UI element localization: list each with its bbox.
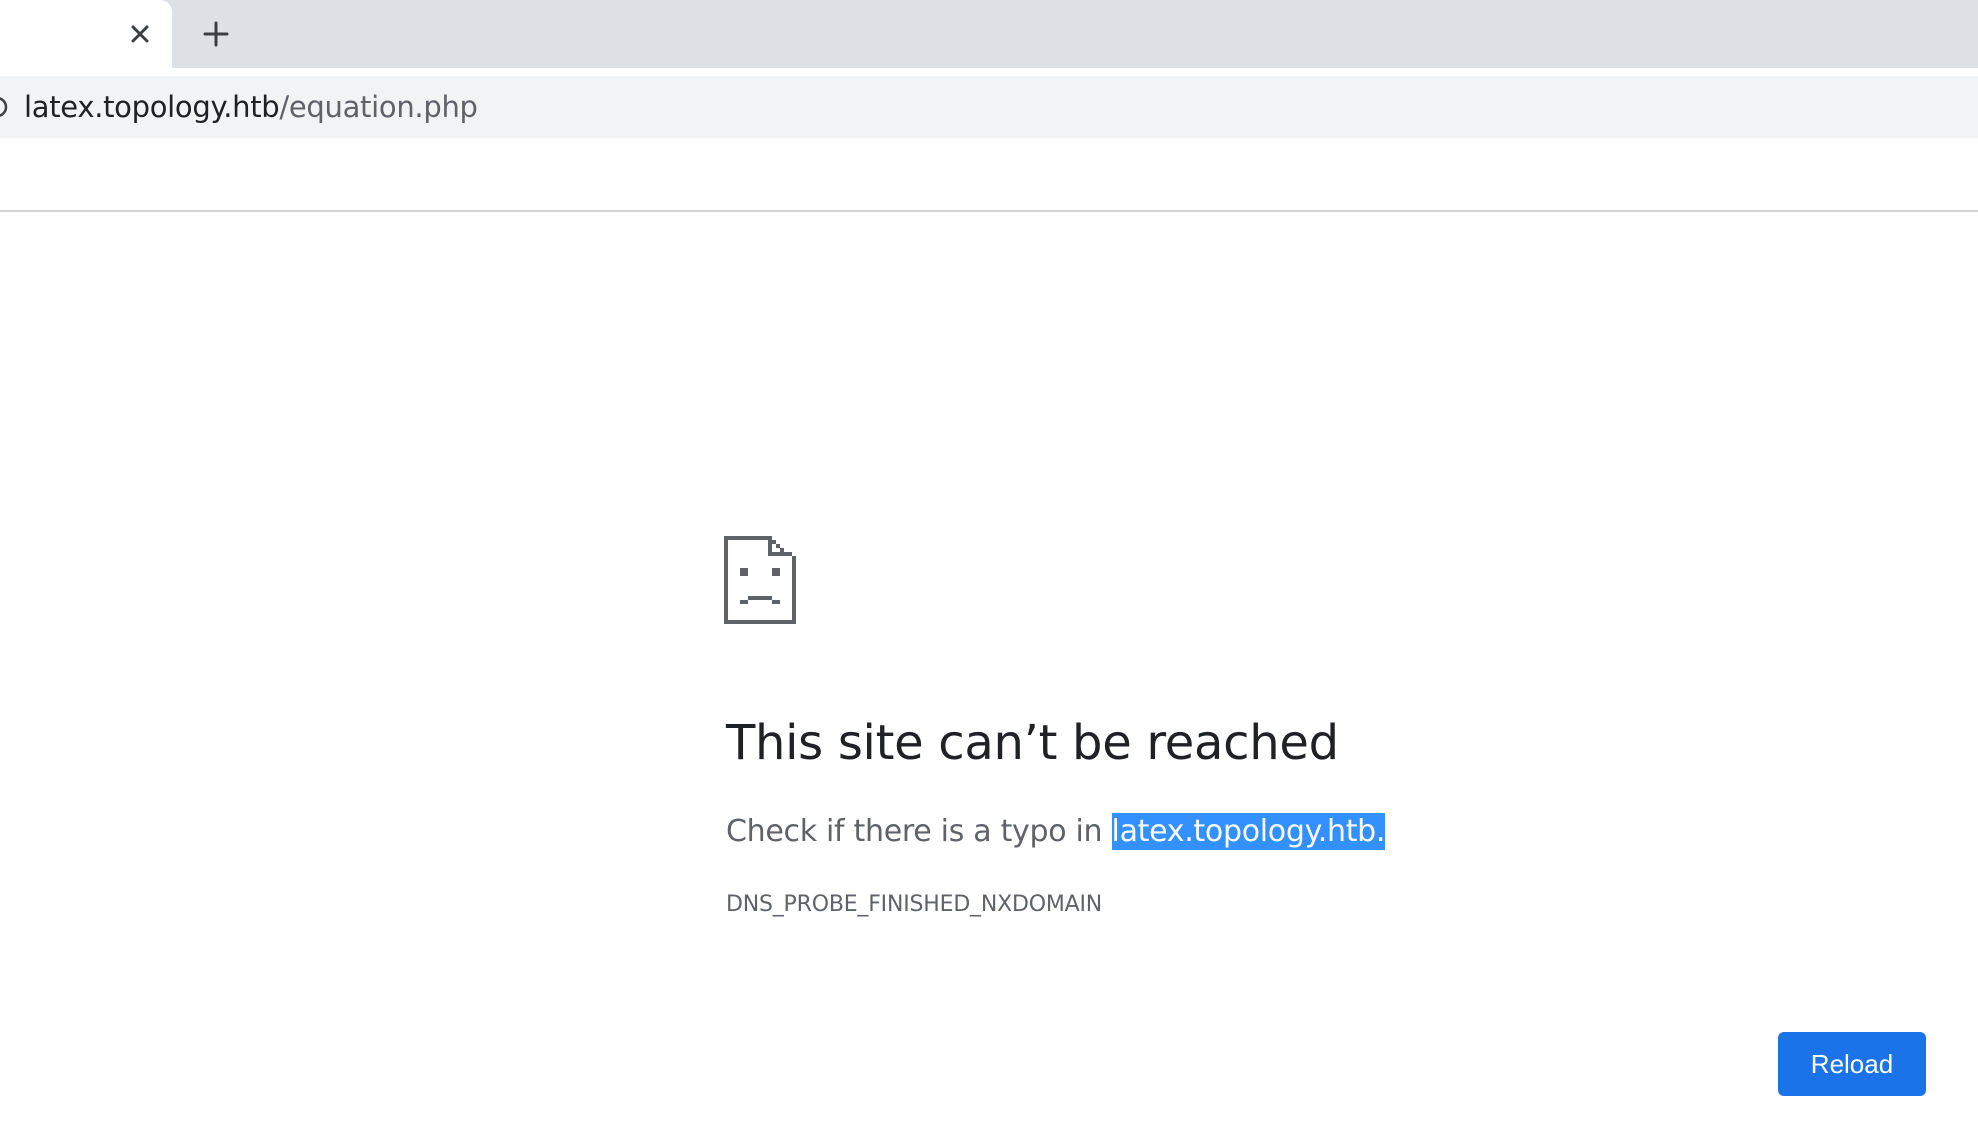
plus-icon[interactable] [198, 15, 234, 53]
error-code: DNS_PROBE_FINISHED_NXDOMAIN [726, 892, 1103, 917]
url-host: latex.topology.htb [24, 90, 280, 124]
error-message-prefix: Check if there is a typo in [726, 814, 1103, 849]
sad-page-icon [724, 536, 800, 626]
reload-button[interactable]: Reload [1778, 1032, 1926, 1096]
url-path: /equation.php [279, 90, 478, 124]
error-message-host: latex.topology.htb. [1111, 813, 1386, 850]
browser-toolbar: latex.topology.htb/equation.php [0, 68, 1978, 210]
error-title: This site can’t be reached [726, 715, 1339, 771]
info-icon[interactable] [0, 96, 8, 118]
page-content: This site can’t be reached Check if ther… [0, 212, 1978, 1142]
tab-strip [0, 0, 1978, 68]
error-message: Check if there is a typo in latex.topolo… [726, 808, 1385, 856]
address-bar[interactable]: latex.topology.htb/equation.php [0, 76, 1978, 138]
url-text[interactable]: latex.topology.htb/equation.php [24, 90, 478, 124]
active-tab[interactable] [0, 0, 172, 68]
close-icon[interactable] [124, 15, 156, 53]
